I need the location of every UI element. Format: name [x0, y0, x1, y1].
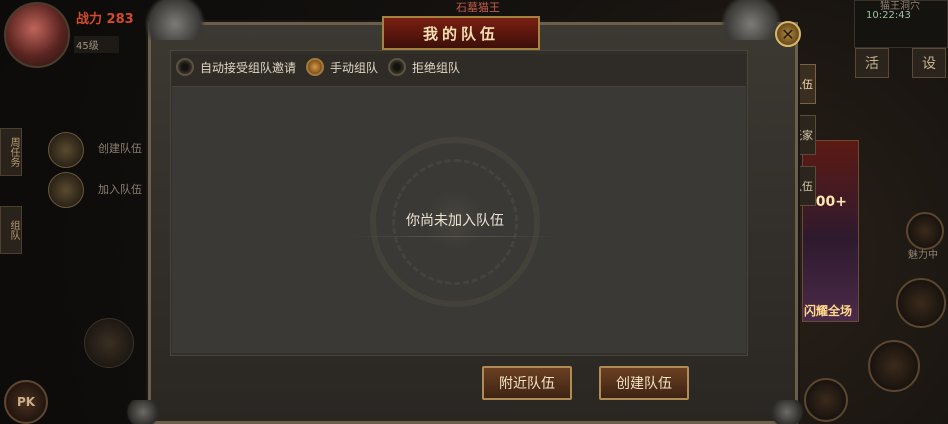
skill-button-3[interactable]	[804, 378, 848, 422]
combat-power: 战力 283	[76, 12, 134, 27]
radio-auto-accept[interactable]	[176, 58, 194, 76]
skill-button-2[interactable]	[868, 340, 920, 392]
join-team-shortcut[interactable]: 加入队伍	[98, 181, 142, 197]
corner-ornament-right	[770, 400, 804, 424]
close-icon: ✕	[781, 24, 795, 44]
nearby-teams-button[interactable]: 附近队伍	[482, 366, 572, 400]
skill-button-1[interactable]	[896, 278, 946, 328]
dialog-title: 我的队伍	[422, 24, 499, 43]
pk-button[interactable]: PK	[4, 380, 48, 424]
charm-label: 魅力中	[908, 250, 938, 261]
radio-refuse[interactable]	[388, 58, 406, 76]
join-team-icon[interactable]	[48, 172, 84, 208]
option-manual[interactable]: 手动组队	[306, 58, 378, 76]
option-manual-label: 手动组队	[330, 60, 379, 75]
option-refuse[interactable]: 拒绝组队	[388, 58, 460, 76]
corner-ornament-left	[126, 400, 160, 424]
charm-button[interactable]	[906, 212, 944, 250]
player-avatar[interactable]	[4, 2, 70, 68]
team-tab-side[interactable]: 组队	[0, 206, 22, 254]
dragon-ornament-left	[140, 0, 210, 40]
settings-button[interactable]: 设	[912, 48, 946, 78]
option-refuse-label: 拒绝组队	[412, 60, 461, 75]
close-button[interactable]: ✕	[775, 21, 801, 47]
create-team-shortcut[interactable]: 创建队伍	[98, 140, 142, 156]
game-time: 10:22:43	[866, 10, 911, 21]
boss-name: 石墓猫王	[456, 1, 500, 14]
empty-team-message: 你尚未加入队伍	[406, 213, 504, 229]
activity-button[interactable]: 活	[855, 48, 889, 78]
option-auto-accept-label: 自动接受组队邀请	[200, 60, 297, 75]
weekly-task-tab[interactable]: 周任务	[0, 128, 22, 176]
joystick[interactable]	[84, 318, 134, 368]
dialog-title-plate: 我的队伍	[382, 16, 540, 50]
option-auto-accept[interactable]: 自动接受组队邀请	[176, 58, 296, 76]
divider-line	[350, 236, 560, 237]
promo-caption: 闪耀全场	[804, 304, 853, 318]
create-team-button[interactable]: 创建队伍	[599, 366, 689, 400]
player-level: 45级	[74, 36, 119, 53]
radio-manual[interactable]	[306, 58, 324, 76]
left-hud: 战力 283 45级 创建队伍 加入队伍 周任务 组队 PK	[0, 0, 150, 424]
create-team-icon[interactable]	[48, 132, 84, 168]
